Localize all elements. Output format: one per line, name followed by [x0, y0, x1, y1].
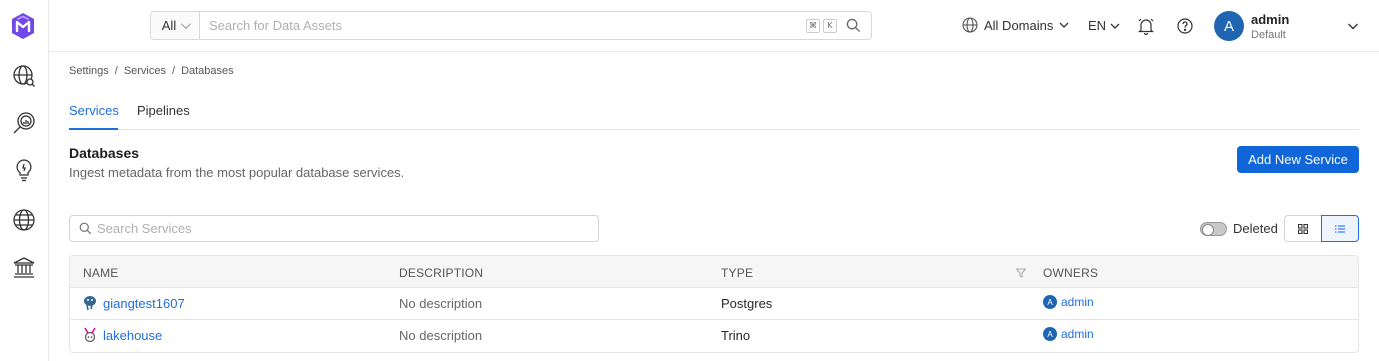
domains-dropdown[interactable]: All Domains	[962, 17, 1069, 33]
page-description: Ingest metadata from the most popular da…	[69, 165, 405, 180]
tab-pipelines[interactable]: Pipelines	[137, 103, 190, 118]
list-icon	[1335, 224, 1345, 233]
search-scope-dropdown[interactable]: All	[151, 12, 200, 39]
sidebar-item-insights[interactable]	[11, 157, 37, 183]
breadcrumb-settings[interactable]: Settings	[69, 65, 109, 77]
search-scope-label: All	[161, 18, 177, 33]
shortcut-key-k: K	[823, 18, 837, 33]
service-name-link[interactable]: lakehouse	[103, 328, 162, 343]
chevron-down-icon	[1059, 22, 1069, 28]
chevron-down-icon	[181, 19, 192, 30]
owner-link[interactable]: A admin	[1043, 327, 1094, 341]
domains-icon	[13, 209, 35, 231]
services-search-input[interactable]	[97, 221, 598, 236]
breadcrumb-separator: /	[172, 65, 176, 77]
global-search: All ⌘ K	[150, 11, 872, 40]
owner-name: admin	[1061, 327, 1094, 341]
tab-bar: Services Pipelines	[69, 92, 1359, 130]
domains-label: All Domains	[984, 17, 1054, 33]
active-tab-indicator	[69, 128, 118, 130]
search-icon	[79, 222, 92, 235]
help-icon[interactable]	[1177, 18, 1193, 39]
language-label: EN	[1088, 18, 1107, 33]
service-name-link[interactable]: giangtest1607	[103, 296, 185, 311]
sidebar-item-domains[interactable]	[11, 207, 37, 233]
owner-link[interactable]: A admin	[1043, 295, 1094, 309]
left-sidebar	[0, 0, 49, 361]
table-row: giangtest1607 No description Postgres A …	[70, 288, 1358, 320]
sidebar-item-data-quality[interactable]	[11, 110, 37, 136]
service-description: No description	[399, 328, 483, 343]
global-search-input[interactable]	[200, 12, 806, 39]
grid-view-button[interactable]	[1284, 215, 1322, 242]
app-root: All ⌘ K All Domains EN A admin De	[0, 0, 1379, 361]
language-selector[interactable]: EN	[1088, 18, 1120, 33]
type-filter-icon[interactable]	[1015, 267, 1027, 281]
service-type: Trino	[721, 328, 751, 343]
insights-icon	[16, 159, 32, 182]
deleted-toggle[interactable]	[1200, 222, 1227, 236]
governance-icon	[13, 257, 35, 278]
chevron-down-icon	[1110, 23, 1120, 29]
user-name: admin	[1251, 12, 1290, 27]
column-header-description: DESCRIPTION	[399, 266, 484, 280]
top-navbar: All ⌘ K All Domains EN A admin De	[49, 0, 1379, 52]
user-avatar[interactable]: A	[1214, 11, 1244, 41]
sidebar-item-governance[interactable]	[11, 254, 37, 280]
owner-avatar: A	[1043, 295, 1057, 309]
search-icon[interactable]	[846, 18, 861, 33]
owner-avatar: A	[1043, 327, 1057, 341]
owner-name: admin	[1061, 295, 1094, 309]
breadcrumb-current: Databases	[181, 65, 234, 77]
user-menu-chevron-down-icon[interactable]	[1347, 19, 1359, 37]
service-type: Postgres	[721, 296, 773, 311]
deleted-toggle-label: Deleted	[1233, 221, 1278, 236]
globe-icon	[962, 17, 978, 33]
add-new-service-button[interactable]: Add New Service	[1237, 146, 1359, 173]
breadcrumb: Settings / Services / Databases	[69, 65, 234, 77]
tab-services[interactable]: Services	[69, 103, 119, 118]
service-description: No description	[399, 296, 483, 311]
breadcrumb-services[interactable]: Services	[124, 65, 166, 77]
sidebar-item-explore[interactable]	[11, 63, 37, 89]
column-header-name: NAME	[83, 266, 119, 280]
table-row: lakehouse No description Trino A admin	[70, 320, 1358, 352]
data-quality-icon	[13, 112, 35, 134]
postgres-icon	[83, 295, 97, 311]
trino-icon	[83, 327, 97, 343]
explore-icon	[13, 65, 35, 87]
services-search	[69, 215, 599, 242]
column-header-type: TYPE	[721, 266, 754, 280]
grid-icon	[1298, 223, 1308, 234]
breadcrumb-separator: /	[114, 65, 118, 77]
table-header: NAME DESCRIPTION TYPE OWNERS	[70, 256, 1358, 288]
page-title: Databases	[69, 145, 140, 161]
user-role: Default	[1251, 29, 1286, 41]
services-table: NAME DESCRIPTION TYPE OWNERS giangtest16…	[69, 255, 1359, 353]
openmetadata-logo-icon[interactable]	[10, 12, 36, 40]
list-view-button[interactable]	[1321, 215, 1359, 242]
notifications-bell-icon[interactable]	[1138, 17, 1154, 40]
column-header-owners: OWNERS	[1043, 266, 1099, 280]
shortcut-key-cmd: ⌘	[806, 18, 820, 33]
